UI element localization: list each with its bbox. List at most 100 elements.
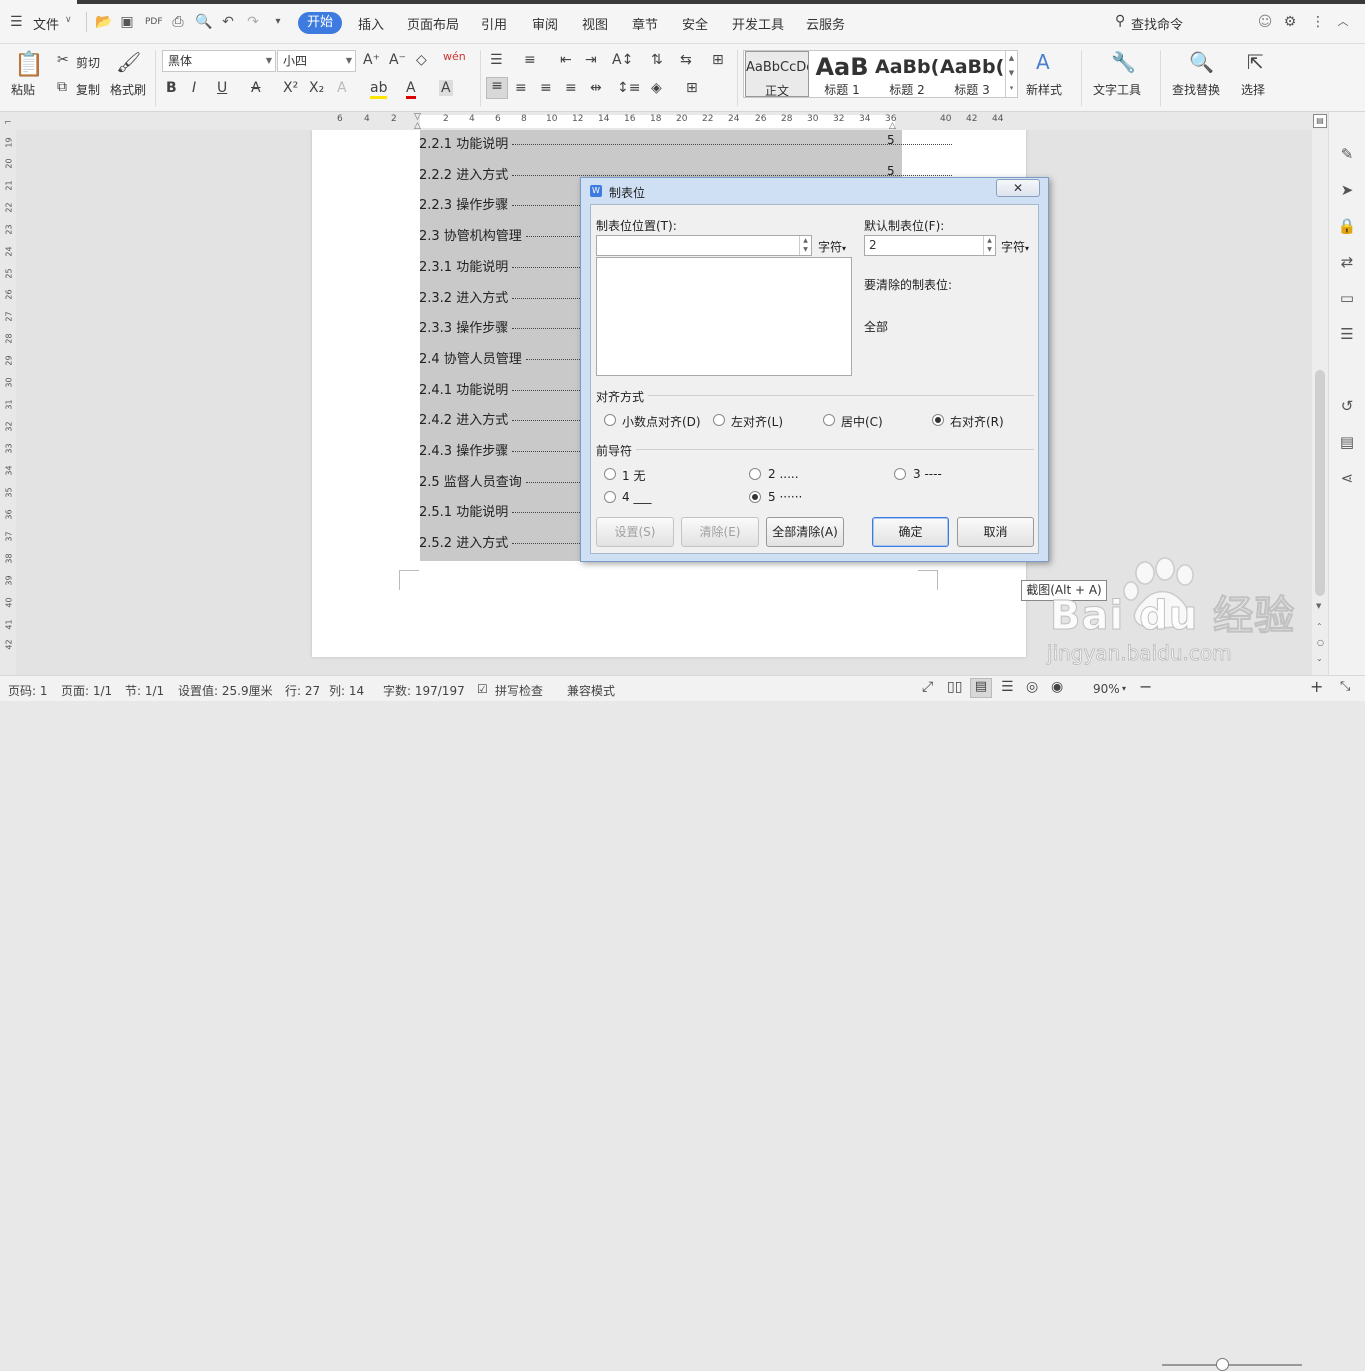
align-decimal-label[interactable]: 小数点对齐(D): [622, 413, 701, 430]
prev-page-icon[interactable]: ⌃: [1316, 622, 1323, 631]
tab-review[interactable]: 审阅: [532, 14, 558, 33]
save-icon[interactable]: ▣: [119, 14, 135, 30]
tab-references[interactable]: 引用: [481, 14, 507, 33]
tab-position-list[interactable]: [596, 257, 852, 376]
zoom-slider-handle[interactable]: [1216, 1358, 1229, 1371]
clear-button[interactable]: 清除(E): [681, 517, 759, 547]
zoom-level[interactable]: 90%: [1093, 682, 1120, 696]
find-replace-button[interactable]: 查找替换: [1172, 81, 1220, 98]
text-effect-icon[interactable]: A: [337, 80, 347, 96]
print-icon[interactable]: ⎙: [170, 14, 186, 30]
tab-position-spinner[interactable]: ▲ ▼: [799, 236, 811, 255]
leader-underline-label[interactable]: 4 ___: [622, 490, 651, 504]
scrollbar-thumb[interactable]: [1315, 370, 1325, 596]
find-replace-icon[interactable]: 🔍: [1189, 50, 1214, 74]
status-row[interactable]: 行: 27: [285, 682, 320, 699]
grow-font-icon[interactable]: A⁺: [363, 52, 380, 68]
default-tab-spinner[interactable]: ▲ ▼: [983, 236, 995, 255]
tab-chapter[interactable]: 章节: [632, 14, 658, 33]
style-heading-2[interactable]: AaBb( 标题 2: [875, 51, 939, 97]
select-button[interactable]: 选择: [1241, 81, 1265, 98]
web-view-icon[interactable]: ◎: [1026, 679, 1038, 695]
style-heading-3[interactable]: AaBb( 标题 3: [940, 51, 1004, 97]
align-right-icon[interactable]: ≡: [540, 80, 552, 96]
status-setting[interactable]: 设置值: 25.9厘米: [178, 682, 273, 699]
default-tab-input[interactable]: 2: [864, 235, 996, 256]
font-size-select[interactable]: 小四 ▼: [277, 50, 356, 72]
paste-icon[interactable]: 📋: [14, 50, 44, 78]
tab-position-input[interactable]: [596, 235, 812, 256]
status-spell-check[interactable]: 拼写检查: [495, 682, 543, 699]
ok-button[interactable]: 确定: [872, 517, 949, 547]
font-name-select[interactable]: 黑体 ▼: [162, 50, 276, 72]
strikethrough-icon[interactable]: A: [251, 80, 261, 96]
next-page-icon[interactable]: ⌄: [1316, 654, 1323, 663]
reading-mode-icon[interactable]: ▯▯: [947, 679, 962, 695]
status-page-code[interactable]: 页码: 1: [8, 682, 48, 699]
zoom-slider-track[interactable]: [1162, 1364, 1302, 1366]
numbering-icon[interactable]: ≡: [524, 52, 536, 68]
style-normal[interactable]: AaBbCcDd 正文: [745, 51, 809, 98]
bullets-icon[interactable]: ☰: [490, 52, 503, 68]
horizontal-ruler[interactable]: 6 4 2 2 4 6 8 10 12 14 16 18 20 22 24 26…: [0, 112, 1312, 131]
phonetic-guide-icon[interactable]: wén: [443, 50, 466, 63]
shrink-font-icon[interactable]: A⁻: [389, 52, 406, 68]
leader-dashes-label[interactable]: 3 ----: [913, 467, 942, 481]
font-color-icon[interactable]: A: [406, 80, 416, 99]
decrease-indent-icon[interactable]: ⇤: [560, 52, 572, 68]
subscript-icon[interactable]: X₂: [309, 80, 324, 96]
text-tools-icon[interactable]: 🔧: [1111, 50, 1136, 74]
distribute-icon[interactable]: ⇹: [590, 80, 602, 96]
increase-indent-icon[interactable]: ⇥: [585, 52, 597, 68]
collapse-ribbon-icon[interactable]: ︿: [1335, 14, 1351, 30]
search-command[interactable]: 查找命令: [1131, 14, 1183, 33]
new-style-icon[interactable]: A: [1036, 50, 1050, 74]
zoom-in-icon[interactable]: +: [1310, 677, 1323, 696]
library-box-icon[interactable]: ▭: [1337, 288, 1357, 308]
tab-security[interactable]: 安全: [682, 14, 708, 33]
char-shading-icon[interactable]: A: [439, 80, 453, 96]
chinese-layout-icon[interactable]: A↕: [612, 52, 633, 68]
align-decimal-radio[interactable]: [604, 414, 616, 426]
document-info-icon[interactable]: ▤: [1337, 432, 1357, 452]
table-border-icon[interactable]: ⊞: [712, 52, 724, 68]
more-options-icon[interactable]: ⋮: [1310, 14, 1326, 30]
set-button[interactable]: 设置(S): [596, 517, 674, 547]
tab-cloud-service[interactable]: 云服务: [806, 14, 845, 33]
undo-icon[interactable]: ↶: [220, 14, 236, 30]
status-col[interactable]: 列: 14: [329, 682, 364, 699]
status-words[interactable]: 字数: 197/197: [383, 682, 465, 699]
align-right-radio[interactable]: [932, 414, 944, 426]
scroll-down-arrow-icon[interactable]: ▼: [1316, 602, 1321, 610]
cut-icon[interactable]: ✂: [57, 52, 69, 68]
feedback-icon[interactable]: ☺: [1257, 14, 1273, 30]
zoom-out-icon[interactable]: −: [1139, 677, 1152, 696]
hamburger-menu-icon[interactable]: ☰: [10, 14, 23, 30]
customize-chevron-icon[interactable]: ▾: [270, 14, 286, 30]
file-menu[interactable]: 文件: [33, 14, 59, 33]
browse-object-icon[interactable]: ○: [1317, 638, 1324, 647]
history-icon[interactable]: ↺: [1337, 396, 1357, 416]
text-tools-button[interactable]: 文字工具: [1093, 81, 1141, 98]
align-left-label[interactable]: 左对齐(L): [731, 413, 783, 430]
file-menu-chevron-icon[interactable]: ∨: [65, 15, 72, 25]
style-heading-1[interactable]: AaB 标题 1: [810, 51, 874, 97]
show-hide-icon[interactable]: ⇆: [680, 52, 692, 68]
align-right-label[interactable]: 右对齐(R): [950, 413, 1004, 430]
new-style-button[interactable]: 新样式: [1026, 81, 1062, 98]
tab-home[interactable]: 开始: [298, 12, 342, 34]
print-preview-icon[interactable]: 🔍: [195, 14, 212, 30]
toc-line[interactable]: 2.2.1 功能说明: [419, 133, 953, 152]
status-pages[interactable]: 页面: 1/1: [61, 682, 112, 699]
underline-icon[interactable]: U: [217, 80, 227, 96]
page-view-icon[interactable]: ▤: [970, 678, 992, 698]
tab-position-unit[interactable]: 字符▾: [818, 238, 846, 255]
tab-view[interactable]: 视图: [582, 14, 608, 33]
cancel-button[interactable]: 取消: [957, 517, 1034, 547]
clear-format-icon[interactable]: ◇: [416, 52, 427, 68]
pen-edit-icon[interactable]: ✎: [1337, 144, 1357, 164]
align-center-radio[interactable]: [823, 414, 835, 426]
justify-icon[interactable]: ≡: [565, 80, 577, 96]
bold-icon[interactable]: B: [166, 80, 177, 96]
close-icon[interactable]: ✕: [996, 179, 1040, 197]
